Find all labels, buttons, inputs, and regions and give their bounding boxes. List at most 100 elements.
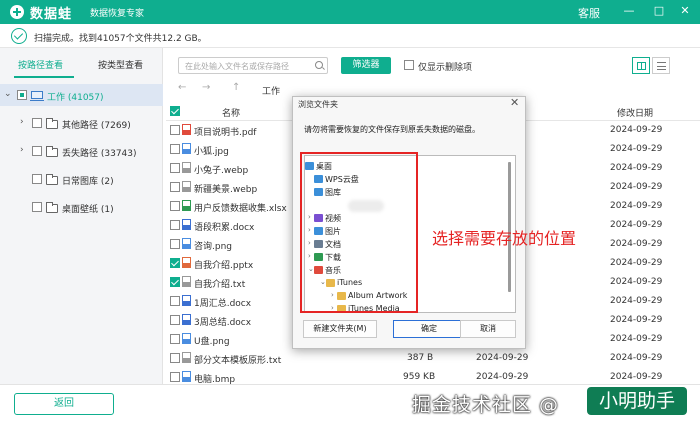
file-name: 3周总结.docx bbox=[194, 318, 252, 328]
row-checkbox[interactable] bbox=[170, 258, 180, 268]
forward-arrow-icon[interactable]: → bbox=[202, 82, 210, 93]
select-all-checkbox[interactable] bbox=[170, 106, 180, 116]
file-modified: 2024-09-29 bbox=[610, 353, 663, 363]
file-modified: 2024-09-29 bbox=[610, 125, 663, 135]
only-deleted-label: 仅显示删除项 bbox=[418, 63, 473, 73]
file-modified: 2024-09-29 bbox=[610, 163, 663, 173]
tab-by-type[interactable]: 按类型查看 bbox=[98, 58, 143, 71]
row-checkbox[interactable] bbox=[170, 334, 180, 344]
list-view-toggle[interactable] bbox=[652, 57, 670, 74]
row-checkbox[interactable] bbox=[170, 163, 180, 173]
row-checkbox[interactable] bbox=[170, 220, 180, 230]
tree-item-daily-gallery[interactable]: 日常图库 (2) bbox=[0, 168, 163, 190]
row-checkbox[interactable] bbox=[170, 277, 180, 287]
file-size: 959 KB bbox=[403, 372, 436, 382]
up-arrow-icon[interactable]: ↑ bbox=[232, 82, 240, 93]
file-modified: 2024-09-29 bbox=[610, 144, 663, 154]
dialog-prompt: 请勿将需要恢复的文件保存到原丢失数据的磁盘。 bbox=[304, 125, 480, 134]
file-name: 新疆美景.webp bbox=[194, 185, 258, 195]
chevron-down-icon[interactable]: ⌄ bbox=[4, 89, 12, 99]
tree-item-label: 桌面壁纸 (1) bbox=[62, 205, 114, 215]
filter-button[interactable]: 筛选器 bbox=[341, 57, 391, 74]
search-box[interactable] bbox=[178, 57, 328, 74]
file-modified: 2024-09-29 bbox=[610, 239, 663, 249]
file-modified: 2024-09-29 bbox=[610, 315, 663, 325]
dialog-close-icon[interactable]: ✕ bbox=[510, 96, 519, 109]
file-name: U盘.png bbox=[194, 337, 230, 347]
row-checkbox[interactable] bbox=[170, 144, 180, 154]
row-checkbox[interactable] bbox=[170, 372, 180, 382]
tree-item-checkbox[interactable] bbox=[32, 202, 42, 212]
file-type-icon bbox=[182, 162, 191, 173]
ok-button[interactable]: 确定 bbox=[393, 320, 465, 338]
back-button[interactable]: 返回 bbox=[14, 393, 114, 415]
tree-item-label: 日常图库 (2) bbox=[62, 177, 114, 187]
tree-item-checkbox[interactable] bbox=[32, 118, 42, 128]
tab-by-path[interactable]: 按路径查看 bbox=[18, 58, 63, 71]
folder-icon bbox=[46, 174, 58, 185]
search-icon[interactable] bbox=[315, 61, 323, 69]
left-panel: 按路径查看 按类型查看 ⌄ 工作 (41057) › 其他路径 (7269) ›… bbox=[0, 48, 163, 384]
tree-item-checkbox[interactable] bbox=[32, 146, 42, 156]
customer-service-link[interactable]: 客服 bbox=[578, 5, 600, 21]
scan-complete-check-icon bbox=[11, 28, 27, 44]
row-checkbox[interactable] bbox=[170, 201, 180, 211]
watermark-badge: 小明助手 bbox=[587, 387, 687, 415]
file-type-icon bbox=[182, 124, 191, 135]
tree-item-desktop-wallpaper[interactable]: 桌面壁纸 (1) bbox=[0, 196, 163, 218]
file-type-icon bbox=[182, 276, 191, 287]
highlight-box bbox=[300, 152, 418, 313]
file-type-icon bbox=[182, 333, 191, 344]
close-icon[interactable]: ✕ bbox=[677, 3, 693, 19]
app-logo-icon bbox=[10, 5, 24, 19]
row-checkbox[interactable] bbox=[170, 182, 180, 192]
tree-item-lost-paths[interactable]: › 丢失路径 (33743) bbox=[0, 140, 163, 162]
tree-root-work[interactable]: ⌄ 工作 (41057) bbox=[0, 84, 163, 106]
search-input[interactable] bbox=[185, 60, 305, 72]
status-bar: 扫描完成。找到41057个文件共12.2 GB。 bbox=[0, 24, 700, 48]
file-name: 自我介绍.pptx bbox=[194, 261, 254, 271]
file-modified: 2024-09-29 bbox=[610, 182, 663, 192]
back-arrow-icon[interactable]: ← bbox=[178, 82, 186, 93]
column-header-modified[interactable]: 修改日期 bbox=[617, 106, 653, 119]
row-checkbox[interactable] bbox=[170, 296, 180, 306]
annotation-text: 选择需要存放的位置 bbox=[432, 229, 577, 248]
list-view-icon bbox=[657, 62, 666, 70]
file-modified: 2024-09-29 bbox=[610, 258, 663, 268]
file-name: 咨询.png bbox=[194, 242, 232, 252]
new-folder-button[interactable]: 新建文件夹(M) bbox=[303, 320, 377, 338]
row-checkbox[interactable] bbox=[170, 239, 180, 249]
dialog-title: 浏览文件夹 bbox=[298, 100, 338, 109]
column-header-name[interactable]: 名称 bbox=[222, 106, 240, 119]
row-checkbox[interactable] bbox=[170, 315, 180, 325]
folder-icon bbox=[46, 202, 58, 213]
chevron-right-icon[interactable]: › bbox=[20, 145, 24, 155]
file-type-icon bbox=[182, 219, 191, 230]
chevron-right-icon[interactable]: › bbox=[20, 117, 24, 127]
tree-item-checkbox[interactable] bbox=[32, 174, 42, 184]
folder-icon bbox=[46, 118, 58, 129]
grid-view-icon bbox=[637, 62, 646, 70]
file-modified: 2024-09-29 bbox=[610, 201, 663, 211]
file-type-icon bbox=[182, 257, 191, 268]
row-checkbox[interactable] bbox=[170, 353, 180, 363]
only-deleted-checkbox[interactable] bbox=[404, 60, 414, 70]
tree-item-other-paths[interactable]: › 其他路径 (7269) bbox=[0, 112, 163, 134]
grid-view-toggle[interactable] bbox=[632, 57, 650, 74]
minimize-icon[interactable]: — bbox=[621, 3, 637, 19]
file-modified: 2024-09-29 bbox=[610, 372, 663, 382]
active-tab-indicator bbox=[14, 76, 74, 78]
maximize-icon[interactable]: □ bbox=[651, 3, 667, 19]
file-type-icon bbox=[182, 143, 191, 154]
tree-root-checkbox[interactable] bbox=[17, 90, 27, 100]
app-name: 数据蛙 bbox=[30, 7, 73, 22]
file-name: 1周汇总.docx bbox=[194, 299, 252, 309]
file-modified: 2024-09-29 bbox=[610, 334, 663, 344]
file-name: 用户反馈数据收集.xlsx bbox=[194, 204, 287, 214]
file-size: 387 B bbox=[407, 353, 434, 363]
watermark-text: 掘金技术社区 @ bbox=[412, 394, 560, 416]
cancel-button[interactable]: 取消 bbox=[460, 320, 516, 338]
row-checkbox[interactable] bbox=[170, 125, 180, 135]
scan-status-text: 扫描完成。找到41057个文件共12.2 GB。 bbox=[34, 34, 207, 44]
file-name: 项目说明书.pdf bbox=[194, 128, 257, 138]
